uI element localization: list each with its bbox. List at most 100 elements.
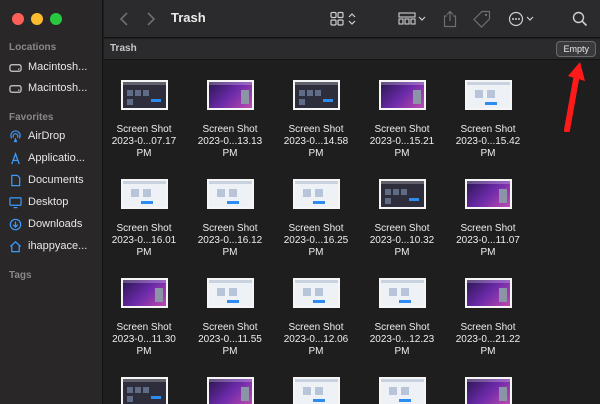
file-item[interactable] — [276, 377, 356, 404]
thumbnail-detail — [498, 189, 507, 203]
thumbnail-titlebar — [294, 181, 338, 184]
download-icon — [9, 218, 22, 231]
file-item[interactable]: Screen Shot 2023-0...16.25 PM — [276, 179, 356, 259]
file-item[interactable]: Screen Shot 2023-0...10.32 PM — [362, 179, 442, 259]
file-thumbnail — [292, 377, 340, 404]
sidebar-item-applications[interactable]: Applicatio... — [9, 149, 101, 167]
thumbnail-detail — [400, 387, 409, 395]
file-item[interactable]: Screen Shot 2023-0...11.07 PM — [448, 179, 528, 259]
file-thumbnail — [206, 278, 254, 308]
applications-icon — [9, 151, 22, 165]
file-name: Screen Shot — [460, 223, 516, 234]
file-item[interactable]: Screen Shot 2023-0...21.22 PM — [448, 278, 528, 358]
file-name: Screen Shot — [116, 322, 172, 333]
file-thumbnail — [464, 278, 512, 308]
forward-button[interactable] — [142, 9, 160, 29]
file-grid: Screen Shot 2023-0...07.17 PM Screen Shot 2… — [104, 61, 600, 404]
thumbnail-detail — [388, 387, 397, 395]
sidebar-item-macintosh-2[interactable]: Macintosh... — [9, 79, 101, 97]
drive-icon — [9, 61, 22, 74]
thumbnail-titlebar — [466, 379, 510, 382]
thumbnail-detail — [322, 99, 333, 102]
file-thumbnail — [292, 278, 340, 308]
file-item[interactable]: Screen Shot 2023-0...13.13 PM — [190, 80, 270, 160]
share-button[interactable] — [441, 8, 459, 30]
thumbnail-detail — [388, 288, 397, 296]
file-date: 2023-0...11.55 PM — [198, 334, 262, 357]
more-icon — [508, 11, 534, 27]
thumbnail-titlebar — [122, 82, 166, 85]
file-name: Screen Shot — [288, 124, 344, 135]
sidebar-section-locations: Locations — [9, 42, 57, 53]
chevron-left-icon — [119, 12, 128, 26]
sidebar-item-documents[interactable]: Documents — [9, 171, 101, 189]
sidebar-item-desktop[interactable]: Desktop — [9, 193, 101, 211]
thumbnail-detail — [216, 189, 225, 197]
thumbnail-titlebar — [208, 379, 252, 382]
thumbnail-detail — [126, 396, 133, 402]
thumbnail-detail — [126, 90, 133, 96]
sidebar-item-downloads[interactable]: Downloads — [9, 215, 101, 233]
sidebar-item-label: Downloads — [28, 218, 83, 230]
share-icon — [443, 10, 457, 28]
zoom-window-button[interactable] — [50, 13, 62, 25]
close-window-button[interactable] — [12, 13, 24, 25]
file-item[interactable]: Screen Shot 2023-0...11.30 PM — [104, 278, 184, 358]
file-item[interactable] — [448, 377, 528, 404]
airdrop-icon — [9, 129, 22, 143]
file-name: Screen Shot — [374, 223, 430, 234]
home-icon — [9, 240, 22, 253]
file-thumbnail — [120, 377, 168, 404]
minimize-window-button[interactable] — [31, 13, 43, 25]
file-item[interactable]: Screen Shot 2023-0...16.01 PM — [104, 179, 184, 259]
search-icon — [572, 11, 588, 27]
file-item[interactable] — [362, 377, 442, 404]
file-item[interactable]: Screen Shot 2023-0...07.17 PM — [104, 80, 184, 160]
file-item[interactable]: Screen Shot 2023-0...12.06 PM — [276, 278, 356, 358]
thumbnail-detail — [400, 189, 407, 195]
file-date: 2023-0...11.07 PM — [456, 235, 520, 258]
file-name: Screen Shot — [202, 223, 258, 234]
tag-button[interactable] — [472, 8, 492, 30]
file-item[interactable]: Screen Shot 2023-0...12.23 PM — [362, 278, 442, 358]
file-item[interactable]: Screen Shot 2023-0...15.42 PM — [448, 80, 528, 160]
thumbnail-detail — [398, 399, 411, 402]
file-item[interactable]: Screen Shot 2023-0...11.55 PM — [190, 278, 270, 358]
file-date: 2023-0...12.23 PM — [369, 334, 435, 357]
empty-trash-button[interactable]: Empty — [556, 41, 596, 57]
file-thumbnail — [464, 80, 512, 110]
sidebar-item-airdrop[interactable]: AirDrop — [9, 127, 101, 145]
sidebar-item-label: AirDrop — [28, 130, 66, 142]
file-item[interactable]: Screen Shot 2023-0...14.58 PM — [276, 80, 356, 160]
sidebar-item-label: Macintosh... — [28, 82, 88, 94]
view-mode-button[interactable] — [330, 8, 360, 30]
search-button[interactable] — [571, 8, 589, 30]
file-thumbnail — [292, 80, 340, 110]
file-item[interactable] — [104, 377, 184, 404]
file-thumbnail — [378, 179, 426, 209]
file-item[interactable]: Screen Shot 2023-0...15.21 PM — [362, 80, 442, 160]
thumbnail-detail — [302, 288, 311, 296]
thumbnail-detail — [134, 387, 141, 393]
thumbnail-titlebar — [380, 82, 424, 85]
file-date: 2023-0...12.06 PM — [283, 334, 349, 357]
file-item[interactable]: Screen Shot 2023-0...16.12 PM — [190, 179, 270, 259]
thumbnail-detail — [398, 300, 411, 303]
file-thumbnail — [378, 377, 426, 404]
thumbnail-titlebar — [122, 379, 166, 382]
sidebar-item-macintosh-1[interactable]: Macintosh... — [9, 58, 101, 76]
sidebar-item-home[interactable]: ihappyace... — [9, 237, 101, 255]
thumbnail-titlebar — [466, 280, 510, 283]
file-date: 2023-0...16.25 PM — [283, 235, 349, 258]
action-menu-button[interactable] — [508, 8, 536, 30]
thumbnail-detail — [298, 90, 305, 96]
thumbnail-detail — [484, 102, 497, 105]
group-button[interactable] — [398, 8, 428, 30]
file-thumbnail — [120, 179, 168, 209]
file-date: 2023-0...16.01 PM — [111, 235, 177, 258]
back-button[interactable] — [115, 9, 133, 29]
thumbnail-detail — [126, 387, 133, 393]
file-item[interactable] — [190, 377, 270, 404]
thumbnail-detail — [150, 99, 161, 102]
sidebar-item-label: Applicatio... — [28, 152, 85, 164]
